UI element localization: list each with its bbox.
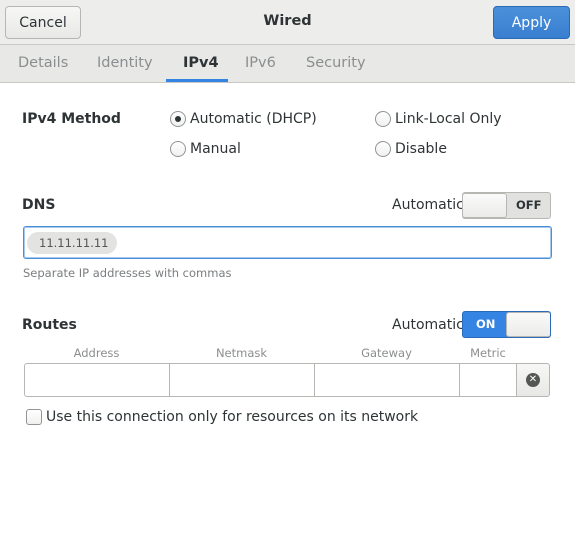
route-address-input[interactable] xyxy=(24,363,170,397)
radio-link-local-only-label[interactable]: Link-Local Only xyxy=(395,111,502,127)
tab-ipv6[interactable]: IPv6 xyxy=(245,55,276,71)
route-gateway-input[interactable] xyxy=(314,363,460,397)
clear-icon: ✕ xyxy=(526,373,540,387)
radio-automatic-dhcp-label[interactable]: Automatic (DHCP) xyxy=(190,111,317,127)
radio-automatic-dhcp[interactable] xyxy=(170,111,186,127)
tab-identity[interactable]: Identity xyxy=(97,55,153,71)
column-header-metric: Metric xyxy=(470,346,506,360)
ipv4-method-label: IPv4 Method xyxy=(22,111,121,127)
switch-state-text: OFF xyxy=(516,198,542,212)
radio-disable-label[interactable]: Disable xyxy=(395,141,447,157)
tab-security[interactable]: Security xyxy=(306,55,366,71)
switch-state-text: ON xyxy=(476,317,496,331)
routes-automatic-switch[interactable]: ON xyxy=(462,311,551,338)
tab-bar: Details Identity IPv4 IPv6 Security xyxy=(0,45,575,83)
radio-link-local-only[interactable] xyxy=(375,111,391,127)
apply-button[interactable]: Apply xyxy=(493,6,570,39)
route-netmask-input[interactable] xyxy=(169,363,315,397)
column-header-address: Address xyxy=(73,346,120,360)
switch-knob[interactable] xyxy=(506,312,550,337)
column-header-netmask: Netmask xyxy=(215,346,268,360)
dns-label: DNS xyxy=(22,197,56,213)
dialog-title: Wired xyxy=(263,13,312,29)
active-tab-indicator xyxy=(166,79,228,82)
dns-automatic-switch[interactable]: OFF xyxy=(462,192,551,219)
tab-ipv4[interactable]: IPv4 xyxy=(183,55,219,71)
tab-details[interactable]: Details xyxy=(18,55,68,71)
only-local-resources-label[interactable]: Use this connection only for resources o… xyxy=(46,409,418,425)
radio-disable[interactable] xyxy=(375,141,391,157)
radio-manual[interactable] xyxy=(170,141,186,157)
column-header-gateway: Gateway xyxy=(361,346,412,360)
dns-automatic-label: Automatic xyxy=(392,197,464,213)
dns-hint: Separate IP addresses with commas xyxy=(23,266,232,280)
radio-manual-label[interactable]: Manual xyxy=(190,141,241,157)
routes-automatic-label: Automatic xyxy=(392,317,464,333)
dns-input[interactable]: 11.11.11.11 xyxy=(23,226,552,259)
route-metric-input[interactable] xyxy=(459,363,517,397)
header-bar: Cancel Wired Apply xyxy=(0,0,575,45)
routes-label: Routes xyxy=(22,317,77,333)
dns-entry-chip[interactable]: 11.11.11.11 xyxy=(27,232,117,254)
switch-knob[interactable] xyxy=(463,193,507,218)
only-local-resources-checkbox[interactable] xyxy=(26,409,42,425)
delete-route-button[interactable]: ✕ xyxy=(516,363,550,397)
